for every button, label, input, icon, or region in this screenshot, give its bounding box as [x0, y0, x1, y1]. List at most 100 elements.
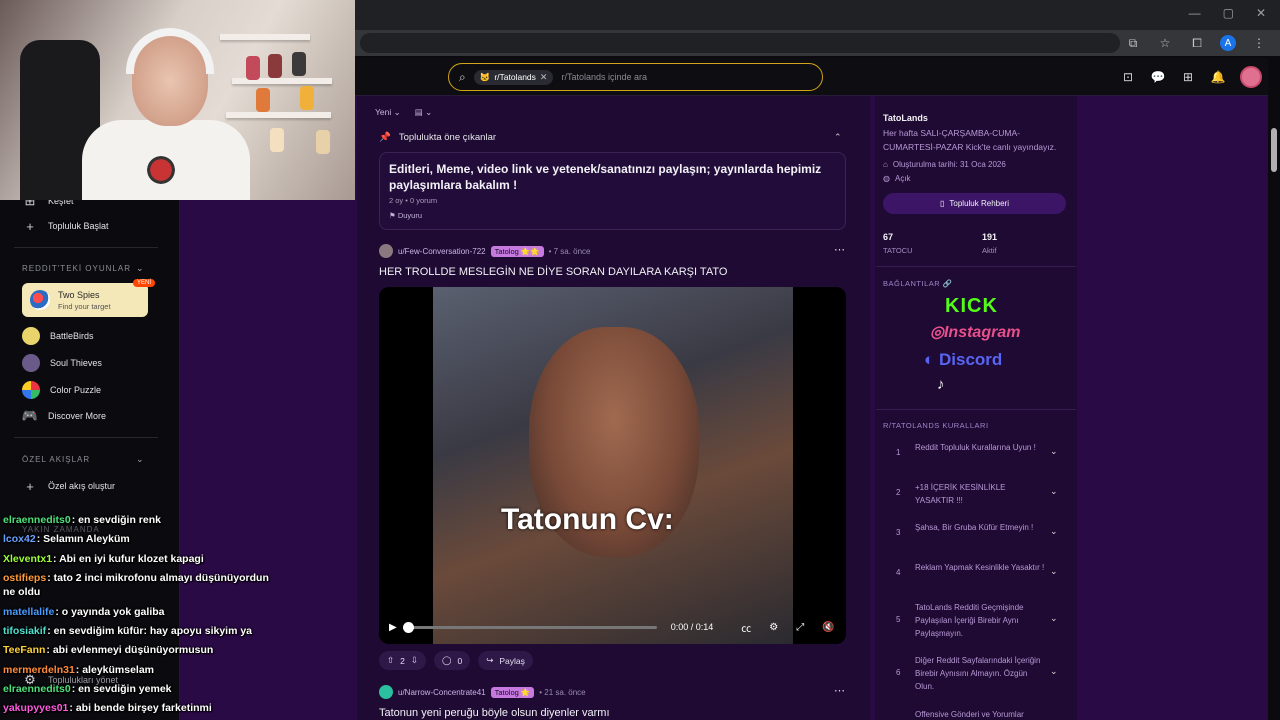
mute-icon[interactable]: 🔇	[822, 622, 834, 633]
two-spies-icon	[30, 290, 50, 310]
ads-icon[interactable]: ⊡	[1120, 70, 1136, 84]
chevron-down-icon: ⌄	[1050, 486, 1058, 496]
featured-game-subtitle: Find your target	[58, 301, 111, 311]
chevron-up-icon[interactable]: ⌃	[834, 132, 842, 143]
instagram-icon: ◎	[930, 324, 944, 341]
sidebar-item-start-community[interactable]: + Topluluk Başlat	[22, 218, 108, 234]
subreddit-chip-icon: 🐱	[479, 71, 491, 82]
online-count: 191	[982, 232, 998, 242]
post-options-icon[interactable]: ⋯	[834, 684, 845, 697]
comments-button[interactable]: ◯ 0	[433, 651, 471, 670]
captions-icon[interactable]: ㏄	[741, 620, 751, 635]
post-author[interactable]: u/Few-Conversation-722	[398, 247, 486, 256]
community-guide-button[interactable]: ▯ Topluluk Rehberi	[883, 193, 1066, 214]
play-icon[interactable]: ▶	[389, 622, 397, 633]
comment-icon: ◯	[441, 655, 452, 665]
view-mode-dropdown[interactable]: ▤ ⌄	[415, 107, 433, 118]
scrollbar-thumb[interactable]	[1271, 128, 1277, 172]
games-section-header[interactable]: REDDIT'TEKİ OYUNLAR ⌄	[22, 263, 144, 273]
post-author[interactable]: u/Narrow-Concentrate41	[398, 688, 486, 697]
install-icon[interactable]: ⧉	[1124, 34, 1142, 52]
chat-message: TeeFann: abi evlenmeyi düşünüyormusun	[3, 644, 214, 656]
highlight-card[interactable]: Editleri, Meme, video link ve yetenek/sa…	[379, 152, 846, 230]
share-icon: ↪	[486, 655, 494, 665]
notifications-bell-icon[interactable]: 🔔	[1210, 70, 1226, 84]
chat-message: ostifieps: tato 2 inci mikrofonu almayı …	[3, 572, 269, 598]
featured-game-title: Two Spies	[58, 289, 100, 300]
bookmark-star-icon[interactable]: ☆	[1156, 34, 1174, 52]
community-visibility: ◍ Açık	[883, 174, 911, 183]
maximize-icon[interactable]: ▢	[1223, 6, 1234, 20]
fullscreen-icon[interactable]: ⤢	[796, 622, 804, 633]
discord-icon: ◐	[924, 350, 935, 369]
upvote-icon[interactable]: ⇧	[387, 655, 394, 666]
chevron-down-icon: ⌄	[1050, 446, 1058, 456]
post-time: 7 sa. önce	[553, 246, 591, 256]
create-post-icon[interactable]: ⊞	[1180, 70, 1196, 84]
chat-icon[interactable]: 💬	[1150, 70, 1166, 84]
tiktok-icon[interactable]: ♪	[937, 376, 945, 393]
custom-feeds-header[interactable]: ÖZEL AKIŞLAR ⌄	[22, 454, 144, 464]
chat-message: Xleventx1: Abi en iyi kufur klozet kapag…	[3, 553, 204, 565]
post-title[interactable]: Tatonun yeni peruğu böyle olsun diyenler…	[379, 707, 610, 719]
close-icon[interactable]: ✕	[1256, 6, 1266, 20]
instagram-link[interactable]: ◎Instagram	[930, 322, 1020, 342]
vote-count: 2	[400, 655, 405, 666]
community-description: Her hafta SALI-ÇARŞAMBA-CUMA-CUMARTESİ-P…	[883, 128, 1057, 152]
sidebar-game-soul-thieves[interactable]: Soul Thieves	[22, 354, 102, 372]
sidebar-item-label: Soul Thieves	[50, 358, 102, 368]
downvote-icon[interactable]: ⇩	[411, 655, 418, 666]
search-bar[interactable]: ⌕ 🐱 r/Tatolands ✕ r/Tatolands içinde ara	[448, 63, 823, 91]
create-custom-feed[interactable]: + Özel akış oluştur	[22, 478, 115, 494]
sort-dropdown[interactable]: Yeni ⌄	[375, 107, 401, 118]
figure	[292, 52, 306, 76]
sidebar-divider	[14, 247, 158, 248]
rules-header: R/TATOLANDS KURALLARI	[883, 421, 989, 430]
search-icon: ⌕	[459, 69, 466, 84]
pin-icon: 📌	[379, 132, 391, 143]
sidebar-game-color-puzzle[interactable]: Color Puzzle	[22, 381, 101, 399]
search-input[interactable]: r/Tatolands içinde ara	[561, 72, 647, 82]
post-actions: ⇧ 2 ⇩ ◯ 0 ↪ Paylaş	[379, 651, 533, 670]
post-title[interactable]: HER TROLLDE MESLEGİN NE DİYE SORAN DAYIL…	[379, 266, 727, 278]
progress-knob[interactable]	[402, 621, 414, 633]
sidebar-game-battlebirds[interactable]: BattleBirds	[22, 327, 94, 345]
minimize-icon[interactable]: —	[1189, 6, 1201, 20]
cake-icon: ⌂	[883, 160, 888, 169]
author-avatar[interactable]	[379, 244, 393, 258]
kick-link[interactable]: KICK	[945, 295, 998, 318]
chat-message: mermerdeln31: aleykümselam	[3, 664, 155, 676]
menu-kebab-icon[interactable]: ⋮	[1250, 34, 1268, 52]
chevron-down-icon: ⌄	[136, 454, 145, 464]
share-button[interactable]: ↪ Paylaş	[478, 651, 533, 670]
chat-message: lcox42: Selamın Aleyküm	[3, 533, 130, 545]
featured-game-two-spies[interactable]: Two Spies Find your target	[22, 283, 148, 317]
clear-chip-icon[interactable]: ✕	[540, 72, 548, 83]
community-highlights-header[interactable]: 📌 Toplulukta öne çıkanlar	[379, 132, 496, 143]
address-bar[interactable]	[360, 33, 1120, 53]
section-divider	[876, 409, 1076, 410]
rule-text: Reklam Yapmak Kesinlikle Yasaktır !	[915, 563, 1045, 572]
figure	[300, 86, 314, 110]
user-flair: Tatolog 🌟🌟	[490, 245, 544, 257]
user-avatar[interactable]	[1240, 66, 1262, 88]
video-player[interactable]: Tatonun Cv: ▶ 0:00 / 0:14 ㏄ ⚙ ⤢ 🔇	[379, 287, 846, 644]
new-badge: YENİ	[133, 279, 156, 287]
profile-avatar[interactable]: A	[1220, 35, 1236, 51]
community-created: ⌂ Oluşturulma tarihi: 31 Oca 2026	[883, 160, 1006, 169]
post-options-icon[interactable]: ⋯	[834, 243, 845, 256]
rule-text: Reddit Topluluk Kurallarına Uyun !	[915, 443, 1036, 452]
sidebar-discover-more[interactable]: 🎮 Discover More	[22, 408, 106, 424]
settings-gear-icon[interactable]: ⚙	[769, 622, 778, 633]
vote-control[interactable]: ⇧ 2 ⇩	[379, 651, 426, 670]
rule-text: +18 İÇERİK KESİNLİKLE YASAKTIR !!!	[915, 483, 1006, 505]
page-scrollbar[interactable]	[1268, 58, 1280, 720]
figure	[268, 54, 282, 78]
author-avatar[interactable]	[379, 685, 393, 699]
extensions-icon[interactable]: ⧠	[1188, 34, 1206, 52]
member-label: TATOCU	[883, 246, 913, 255]
discord-link[interactable]: ◐ Discord	[924, 350, 1002, 370]
subreddit-search-chip[interactable]: 🐱 r/Tatolands ✕	[473, 69, 554, 85]
video-progress[interactable]	[402, 621, 657, 633]
user-flair: Tatolog 🌟	[490, 686, 535, 698]
